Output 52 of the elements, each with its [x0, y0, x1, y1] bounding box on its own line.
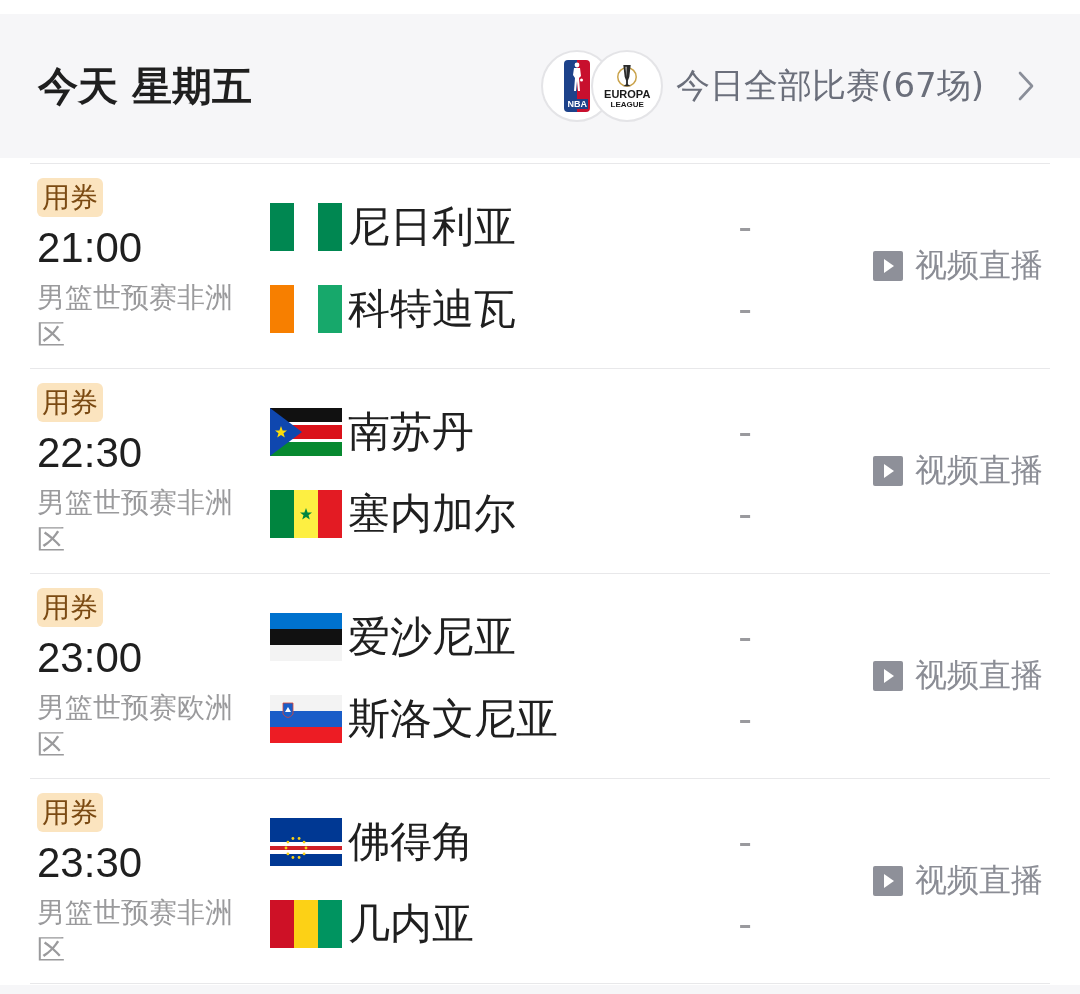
logo-text: NBA — [566, 99, 588, 109]
competition-name: 男篮世预赛欧洲区 — [37, 690, 234, 763]
coupon-badge: 用券 — [37, 588, 103, 627]
video-live-button[interactable]: 视频直播 — [873, 244, 1043, 288]
video-live-button[interactable]: 视频直播 — [873, 654, 1043, 698]
flag-icon — [270, 695, 342, 743]
coupon-badge: 用券 — [37, 383, 103, 422]
play-icon — [873, 866, 903, 896]
team-name: 科特迪瓦 — [348, 283, 517, 335]
all-matches-link[interactable]: 今日全部比赛(67场) — [676, 63, 1034, 109]
match-time: 23:30 — [37, 838, 143, 888]
score: - — [738, 617, 752, 657]
logo-text: EUROPA — [604, 87, 651, 100]
logo-text: LEAGUE — [610, 99, 644, 109]
flag-icon — [270, 408, 342, 456]
flag-icon — [270, 613, 342, 661]
score: - — [738, 822, 752, 862]
score: - — [738, 699, 752, 739]
video-live-button[interactable]: 视频直播 — [873, 449, 1043, 493]
score: - — [738, 904, 752, 944]
score: - — [738, 494, 752, 534]
coupon-badge: 用券 — [37, 178, 103, 217]
team-name: 佛得角 — [348, 816, 475, 868]
flag-icon — [270, 900, 342, 948]
team-name: 斯洛文尼亚 — [348, 693, 559, 745]
play-icon — [873, 661, 903, 691]
flag-icon — [270, 818, 342, 866]
score: - — [738, 207, 752, 247]
play-icon — [873, 456, 903, 486]
trophy-icon — [615, 63, 640, 88]
competition-name: 男篮世预赛非洲区 — [37, 485, 234, 558]
flag-icon — [270, 203, 342, 251]
chevron-right-icon — [1018, 71, 1034, 101]
page-title: 今天 星期五 — [38, 61, 253, 111]
team-name: 爱沙尼亚 — [348, 611, 517, 663]
flag-icon — [270, 490, 342, 538]
score: - — [738, 289, 752, 329]
match-time: 21:00 — [37, 223, 143, 273]
match-time: 23:00 — [37, 633, 143, 683]
coupon-badge: 用券 — [37, 793, 103, 832]
play-icon — [873, 251, 903, 281]
score: - — [738, 412, 752, 452]
match-time: 22:30 — [37, 428, 143, 478]
team-name: 塞内加尔 — [348, 488, 517, 540]
team-name: 尼日利亚 — [348, 201, 517, 253]
flag-icon — [270, 285, 342, 333]
team-name: 南苏丹 — [348, 406, 475, 458]
player-silhouette-icon — [570, 62, 585, 92]
video-live-button[interactable]: 视频直播 — [873, 859, 1043, 903]
competition-name: 男篮世预赛非洲区 — [37, 280, 234, 353]
competition-name: 男篮世预赛非洲区 — [37, 895, 234, 968]
team-name: 几内亚 — [348, 898, 475, 950]
